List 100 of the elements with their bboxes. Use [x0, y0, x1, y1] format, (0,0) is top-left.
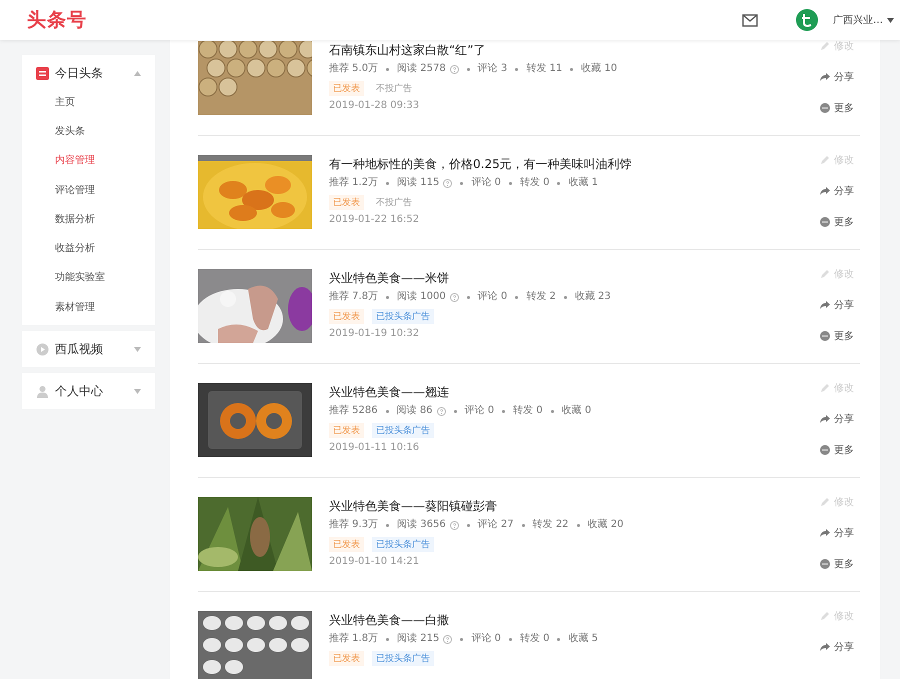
- help-icon[interactable]: [443, 178, 452, 188]
- stat-text: 收藏 23: [574, 290, 611, 304]
- stat-text: 转发 0: [513, 404, 543, 418]
- sidebar-item[interactable]: 功能实验室: [22, 262, 155, 292]
- sidebar-item[interactable]: 素材管理: [22, 292, 155, 322]
- logo[interactable]: 头条号: [27, 7, 87, 33]
- status-tag: 已发表: [329, 80, 364, 96]
- status-tag: 已投头条广告: [372, 650, 434, 666]
- dot-icon: [508, 182, 512, 184]
- article-title[interactable]: 兴业特色美食——葵阳镇碰彭膏: [329, 497, 820, 515]
- share-button[interactable]: 分享: [820, 298, 860, 312]
- help-icon[interactable]: [443, 634, 452, 644]
- publish-date: 2019-01-10 14:21: [329, 555, 420, 569]
- article-title[interactable]: 兴业特色美食——白撒: [329, 611, 820, 629]
- stat-text: 推荐 5286: [329, 404, 378, 418]
- dot-icon: [460, 182, 464, 184]
- article-title[interactable]: 石南镇东山村这家白散“红”了: [329, 41, 820, 59]
- share-icon: [820, 72, 830, 82]
- more-icon: [820, 331, 830, 341]
- sidebar-item[interactable]: 收益分析: [22, 233, 155, 263]
- dot-icon: [522, 524, 525, 526]
- pencil-icon: [820, 611, 830, 621]
- stat-text: 转发 11: [526, 62, 562, 76]
- sidebar-item[interactable]: 数据分析: [22, 204, 155, 234]
- pencil-icon: [820, 269, 830, 279]
- help-icon[interactable]: [450, 292, 459, 302]
- stat-text: 收藏 0: [562, 404, 592, 418]
- publish-date: 2019-01-11 10:16: [329, 441, 420, 455]
- stat-text: 推荐 7.8万: [329, 290, 378, 304]
- caret-icon[interactable]: [887, 18, 894, 22]
- more-button[interactable]: 更多: [820, 101, 860, 115]
- dot-icon: [386, 524, 390, 526]
- dot-icon: [466, 296, 470, 298]
- share-button[interactable]: 分享: [820, 412, 860, 426]
- publish-date: 2019-01-19 10:32: [329, 327, 420, 341]
- dot-icon: [386, 296, 390, 298]
- dot-icon: [502, 410, 506, 412]
- avatar[interactable]: [796, 9, 818, 31]
- stat-text: 转发 2: [526, 290, 556, 304]
- status-tag: 已投头条广告: [372, 536, 434, 552]
- stat-text: 推荐 1.8万: [329, 632, 378, 646]
- more-icon: [820, 445, 830, 455]
- more-button[interactable]: 更多: [820, 557, 860, 571]
- dot-icon: [515, 68, 518, 70]
- share-button[interactable]: 分享: [820, 640, 860, 654]
- stat-text: 阅读 215: [397, 632, 440, 646]
- stat-text: 评论 3: [478, 62, 508, 76]
- dot-icon: [550, 410, 554, 412]
- dot-icon: [460, 638, 464, 640]
- sidebar-item[interactable]: 主页: [22, 87, 155, 116]
- pencil-icon: [820, 155, 830, 165]
- stat-text: 收藏 20: [588, 518, 624, 532]
- more-button[interactable]: 更多: [820, 443, 860, 457]
- help-icon[interactable]: [450, 520, 459, 530]
- dot-icon: [386, 68, 390, 70]
- sidebar-group[interactable]: 今日头条: [22, 59, 155, 87]
- dot-icon: [386, 410, 389, 412]
- sidebar-item[interactable]: 发头条: [22, 116, 155, 146]
- status-tag: 已发表: [329, 308, 364, 324]
- dot-icon: [576, 524, 580, 526]
- stat-text: 推荐 9.3万: [329, 518, 378, 532]
- share-icon: [820, 300, 830, 310]
- sidebar-group[interactable]: 个人中心: [22, 377, 155, 406]
- status-tag: 已发表: [329, 536, 364, 552]
- stat-text: 阅读 1000: [397, 290, 446, 304]
- stat-text: 阅读 3656: [397, 518, 446, 532]
- share-icon: [820, 186, 830, 196]
- stat-text: 阅读 86: [396, 404, 433, 418]
- status-tag: 已发表: [329, 422, 364, 438]
- help-icon[interactable]: [450, 64, 459, 74]
- stat-text: 评论 0: [464, 404, 494, 418]
- share-button[interactable]: 分享: [820, 184, 860, 198]
- dot-icon: [515, 296, 518, 298]
- share-button[interactable]: 分享: [820, 70, 860, 84]
- stat-text: 评论 27: [478, 518, 514, 532]
- article-title[interactable]: 兴业特色美食——翘连: [329, 383, 820, 401]
- publish-date: 2019-01-22 16:52: [329, 213, 420, 227]
- share-icon: [820, 528, 830, 538]
- app-icon: [36, 66, 49, 80]
- share-icon: [820, 414, 830, 424]
- user-name[interactable]: 广西兴业…: [833, 13, 883, 27]
- dot-icon: [466, 68, 470, 70]
- stat-text: 收藏 5: [568, 632, 598, 646]
- stat-text: 阅读 2578: [397, 62, 446, 76]
- more-button[interactable]: 更多: [820, 215, 860, 229]
- sidebar-item[interactable]: 内容管理: [22, 146, 155, 175]
- help-icon[interactable]: [436, 406, 446, 416]
- mail-icon[interactable]: [742, 14, 758, 26]
- article-title[interactable]: 兴业特色美食——米饼: [329, 269, 820, 287]
- dot-icon: [386, 638, 390, 640]
- sidebar-item[interactable]: 评论管理: [22, 174, 155, 204]
- more-icon: [820, 559, 830, 569]
- more-button[interactable]: 更多: [820, 329, 860, 343]
- sidebar-group[interactable]: 西瓜视频: [22, 335, 155, 364]
- dot-icon: [564, 296, 567, 298]
- dot-icon: [466, 524, 470, 526]
- share-button[interactable]: 分享: [820, 526, 860, 540]
- stat-text: 收藏 10: [581, 62, 618, 76]
- more-icon: [820, 217, 830, 227]
- article-title[interactable]: 有一种地标性的美食，价格0.25元，有一种美味叫油利饽: [329, 155, 820, 173]
